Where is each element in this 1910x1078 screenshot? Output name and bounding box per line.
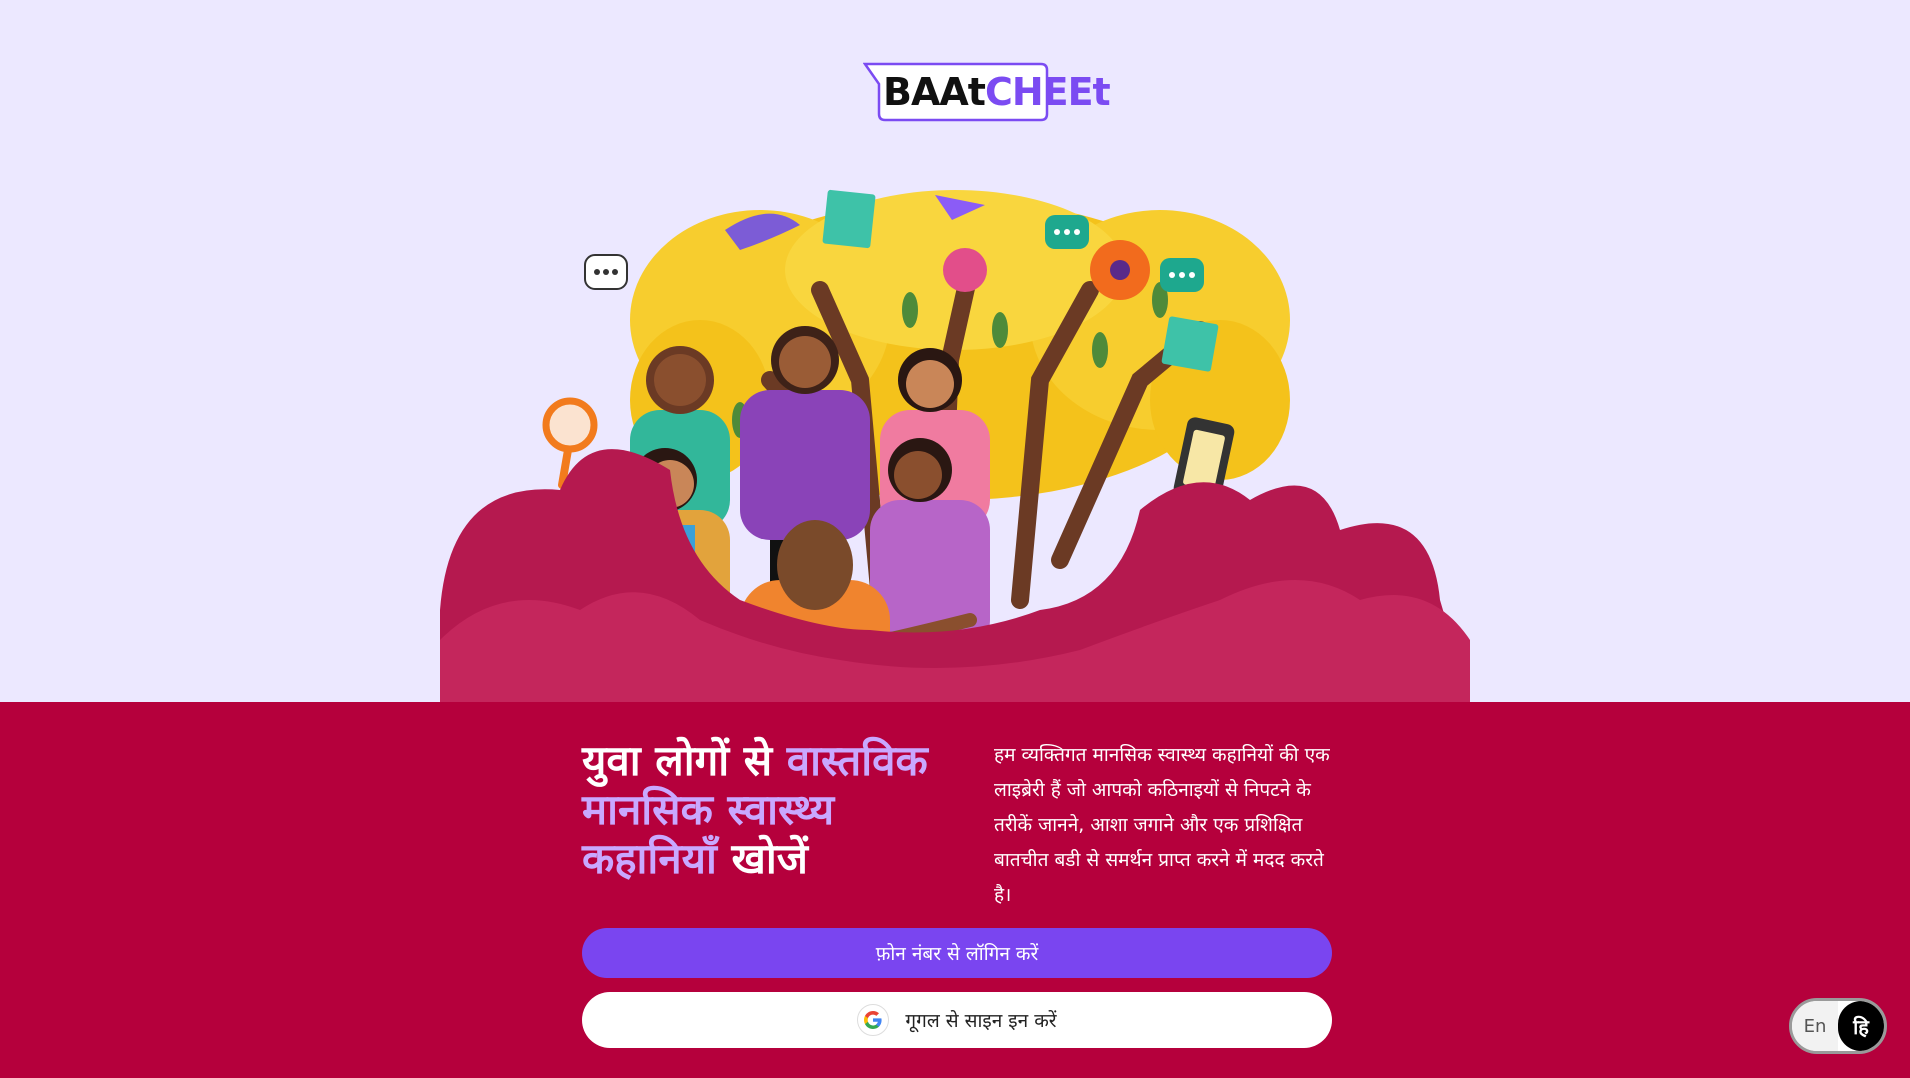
google-signin-label: गूगल से साइन इन करें (905, 1010, 1057, 1032)
google-signin-button[interactable]: गूगल से साइन इन करें (582, 992, 1332, 1048)
logo-part-cheet: CHEEt (984, 70, 1111, 114)
note-icon (1161, 316, 1219, 372)
headline-part-1: युवा लोगों से (582, 736, 787, 785)
logo-part-baat: BAAt (883, 70, 986, 114)
language-option-english[interactable]: En (1792, 1001, 1838, 1051)
note-icon (822, 189, 876, 249)
headline-part-2: खोजें (716, 834, 808, 883)
chat-bubble-icon (584, 254, 628, 290)
phone-login-label: फ़ोन नंबर से लॉगिन करें (875, 943, 1039, 965)
chat-bubble-icon (1160, 258, 1204, 292)
logo-wordmark: BAAt CHEEt (883, 66, 1111, 118)
login-page: BAAt CHEEt युवा लोगों से वास्तविक मानसिक… (0, 0, 1910, 1078)
language-toggle[interactable]: En हि (1789, 998, 1887, 1054)
page-title: युवा लोगों से वास्तविक मानसिक स्वास्थ्य … (582, 736, 982, 883)
description-text: हम व्यक्तिगत मानसिक स्वास्थ्य कहानियों क… (994, 744, 1330, 906)
bottom-panel: युवा लोगों से वास्तविक मानसिक स्वास्थ्य … (0, 702, 1910, 1078)
language-option-hindi[interactable]: हि (1838, 1001, 1884, 1051)
google-icon (857, 1004, 890, 1036)
baatcheet-logo: BAAt CHEEt (863, 62, 1111, 122)
people-hugging-under-tree-illustration (440, 189, 1470, 702)
phone-login-button[interactable]: फ़ोन नंबर से लॉगिन करें (582, 928, 1332, 978)
chat-bubble-icon (1045, 215, 1089, 249)
